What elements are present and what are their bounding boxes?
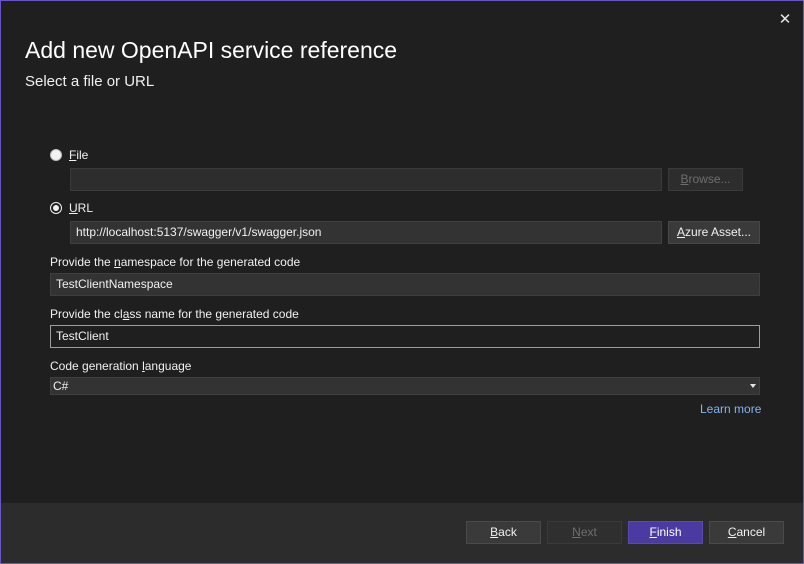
- url-input[interactable]: http://localhost:5137/swagger/v1/swagger…: [70, 221, 662, 244]
- file-radio-label: File: [69, 148, 89, 162]
- finish-button[interactable]: Finish: [628, 521, 703, 544]
- azure-asset-button[interactable]: Azure Asset...: [668, 221, 760, 244]
- chevron-down-icon: [750, 384, 756, 388]
- dialog-window: ✕ Add new OpenAPI service reference Sele…: [0, 0, 804, 564]
- dialog-subtitle: Select a file or URL: [25, 73, 155, 90]
- language-select[interactable]: C#: [50, 377, 760, 395]
- file-path-input[interactable]: [70, 168, 662, 191]
- url-radio-option[interactable]: URL: [50, 201, 93, 215]
- cancel-button[interactable]: Cancel: [709, 521, 784, 544]
- dialog-footer: Back Next Finish Cancel: [1, 503, 803, 563]
- learn-more-link[interactable]: Learn more: [700, 402, 761, 416]
- namespace-label: Provide the namespace for the generated …: [50, 255, 301, 269]
- file-radio-option[interactable]: File: [50, 148, 88, 162]
- back-button[interactable]: Back: [466, 521, 541, 544]
- language-selected-value: C#: [53, 379, 69, 393]
- close-icon[interactable]: ✕: [774, 9, 796, 31]
- dialog-title: Add new OpenAPI service reference: [25, 37, 398, 63]
- language-label: Code generation language: [50, 359, 192, 373]
- next-button[interactable]: Next: [547, 521, 622, 544]
- classname-input[interactable]: TestClient: [50, 325, 760, 348]
- classname-label: Provide the class name for the generated…: [50, 307, 299, 321]
- url-radio[interactable]: [50, 202, 62, 214]
- namespace-input[interactable]: TestClientNamespace: [50, 273, 760, 296]
- file-radio[interactable]: [50, 149, 62, 161]
- url-radio-label: URL: [69, 201, 94, 215]
- browse-button[interactable]: Browse...: [668, 168, 743, 191]
